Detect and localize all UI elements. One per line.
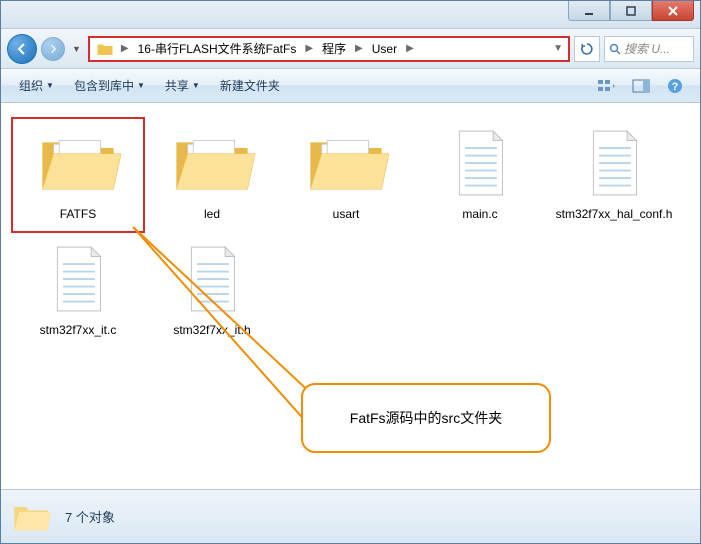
breadcrumb-seg-0[interactable]: 16-串行FLASH文件系统FatFs [132, 38, 303, 60]
toolbar: 组织 ▼ 包含到库中 ▼ 共享 ▼ 新建文件夹 ? [1, 69, 700, 103]
file-icon [432, 123, 528, 203]
status-text: 7 个对象 [65, 507, 115, 526]
minimize-icon [583, 5, 595, 17]
chevron-right-icon: ▶ [352, 43, 366, 54]
chevron-right-icon: ▶ [118, 43, 132, 54]
status-bar: 7 个对象 [1, 489, 700, 543]
folder-item[interactable]: led [145, 117, 279, 233]
callout-text: FatFs源码中的src文件夹 [350, 408, 502, 428]
breadcrumb-seg-1[interactable]: 程序 [316, 38, 352, 60]
view-icon [597, 78, 617, 94]
folder-item[interactable]: FATFS [11, 117, 145, 233]
organize-menu[interactable]: 组织 ▼ [11, 73, 62, 98]
file-item[interactable]: stm32f7xx_hal_conf.h [547, 117, 681, 233]
chevron-right-icon: ▶ [403, 43, 417, 54]
share-label: 共享 [165, 77, 189, 94]
include-menu[interactable]: 包含到库中 ▼ [66, 73, 153, 98]
folder-icon [298, 123, 394, 203]
folder-icon [30, 123, 126, 203]
new-folder-button[interactable]: 新建文件夹 [212, 73, 288, 98]
search-placeholder: 搜索 U... [624, 40, 670, 57]
search-icon [609, 43, 621, 55]
help-icon: ? [667, 78, 683, 94]
help-button[interactable]: ? [660, 74, 690, 98]
item-label: led [204, 207, 220, 223]
share-menu[interactable]: 共享 ▼ [157, 73, 208, 98]
nav-back-button[interactable] [7, 34, 37, 64]
chevron-down-icon: ▼ [46, 81, 54, 90]
maximize-icon [625, 5, 637, 17]
search-input[interactable]: 搜索 U... [604, 36, 694, 62]
file-icon [566, 123, 662, 203]
chevron-right-icon: ▶ [302, 43, 316, 54]
organize-label: 组织 [19, 77, 43, 94]
annotation-callout: FatFs源码中的src文件夹 [301, 383, 551, 453]
svg-text:?: ? [672, 81, 679, 93]
item-label: stm32f7xx_it.c [40, 323, 117, 339]
close-button[interactable] [652, 1, 694, 21]
item-label: usart [333, 207, 360, 223]
chevron-down-icon: ▼ [137, 81, 145, 90]
minimize-button[interactable] [568, 1, 610, 21]
view-options-button[interactable] [592, 74, 622, 98]
file-grid: FATFS led usart main.c stm32f7xx_hal_conf.hs… [11, 117, 690, 348]
nav-history-dropdown[interactable]: ▼ [69, 44, 84, 54]
file-item[interactable]: main.c [413, 117, 547, 233]
navbar: ▼ ▶ 16-串行FLASH文件系统FatFs ▶ 程序 ▶ User ▶ ▼ … [1, 29, 700, 69]
chevron-down-icon: ▼ [192, 81, 200, 90]
close-icon [667, 5, 679, 17]
file-icon [30, 239, 126, 319]
arrow-right-icon [48, 44, 58, 54]
item-label: FATFS [60, 207, 96, 223]
folder-icon [11, 497, 51, 537]
maximize-button[interactable] [610, 1, 652, 21]
arrow-left-icon [15, 42, 29, 56]
item-label: main.c [462, 207, 497, 223]
breadcrumb-dropdown[interactable]: ▼ [550, 43, 566, 54]
file-item[interactable]: stm32f7xx_it.h [145, 233, 279, 349]
folder-item[interactable]: usart [279, 117, 413, 233]
refresh-icon [580, 42, 594, 56]
preview-pane-icon [632, 79, 650, 93]
item-label: stm32f7xx_hal_conf.h [556, 207, 673, 223]
breadcrumb-seg-2[interactable]: User [366, 38, 403, 60]
folder-icon [164, 123, 260, 203]
content-area: FATFS led usart main.c stm32f7xx_hal_conf.hs… [1, 103, 700, 483]
file-item[interactable]: stm32f7xx_it.c [11, 233, 145, 349]
file-icon [164, 239, 260, 319]
titlebar [1, 1, 700, 29]
preview-pane-button[interactable] [626, 74, 656, 98]
newfolder-label: 新建文件夹 [220, 77, 280, 94]
refresh-button[interactable] [574, 36, 600, 62]
nav-forward-button[interactable] [41, 37, 65, 61]
folder-icon [96, 40, 114, 58]
item-label: stm32f7xx_it.h [173, 323, 250, 339]
breadcrumb[interactable]: ▶ 16-串行FLASH文件系统FatFs ▶ 程序 ▶ User ▶ ▼ [88, 36, 570, 62]
include-label: 包含到库中 [74, 77, 134, 94]
